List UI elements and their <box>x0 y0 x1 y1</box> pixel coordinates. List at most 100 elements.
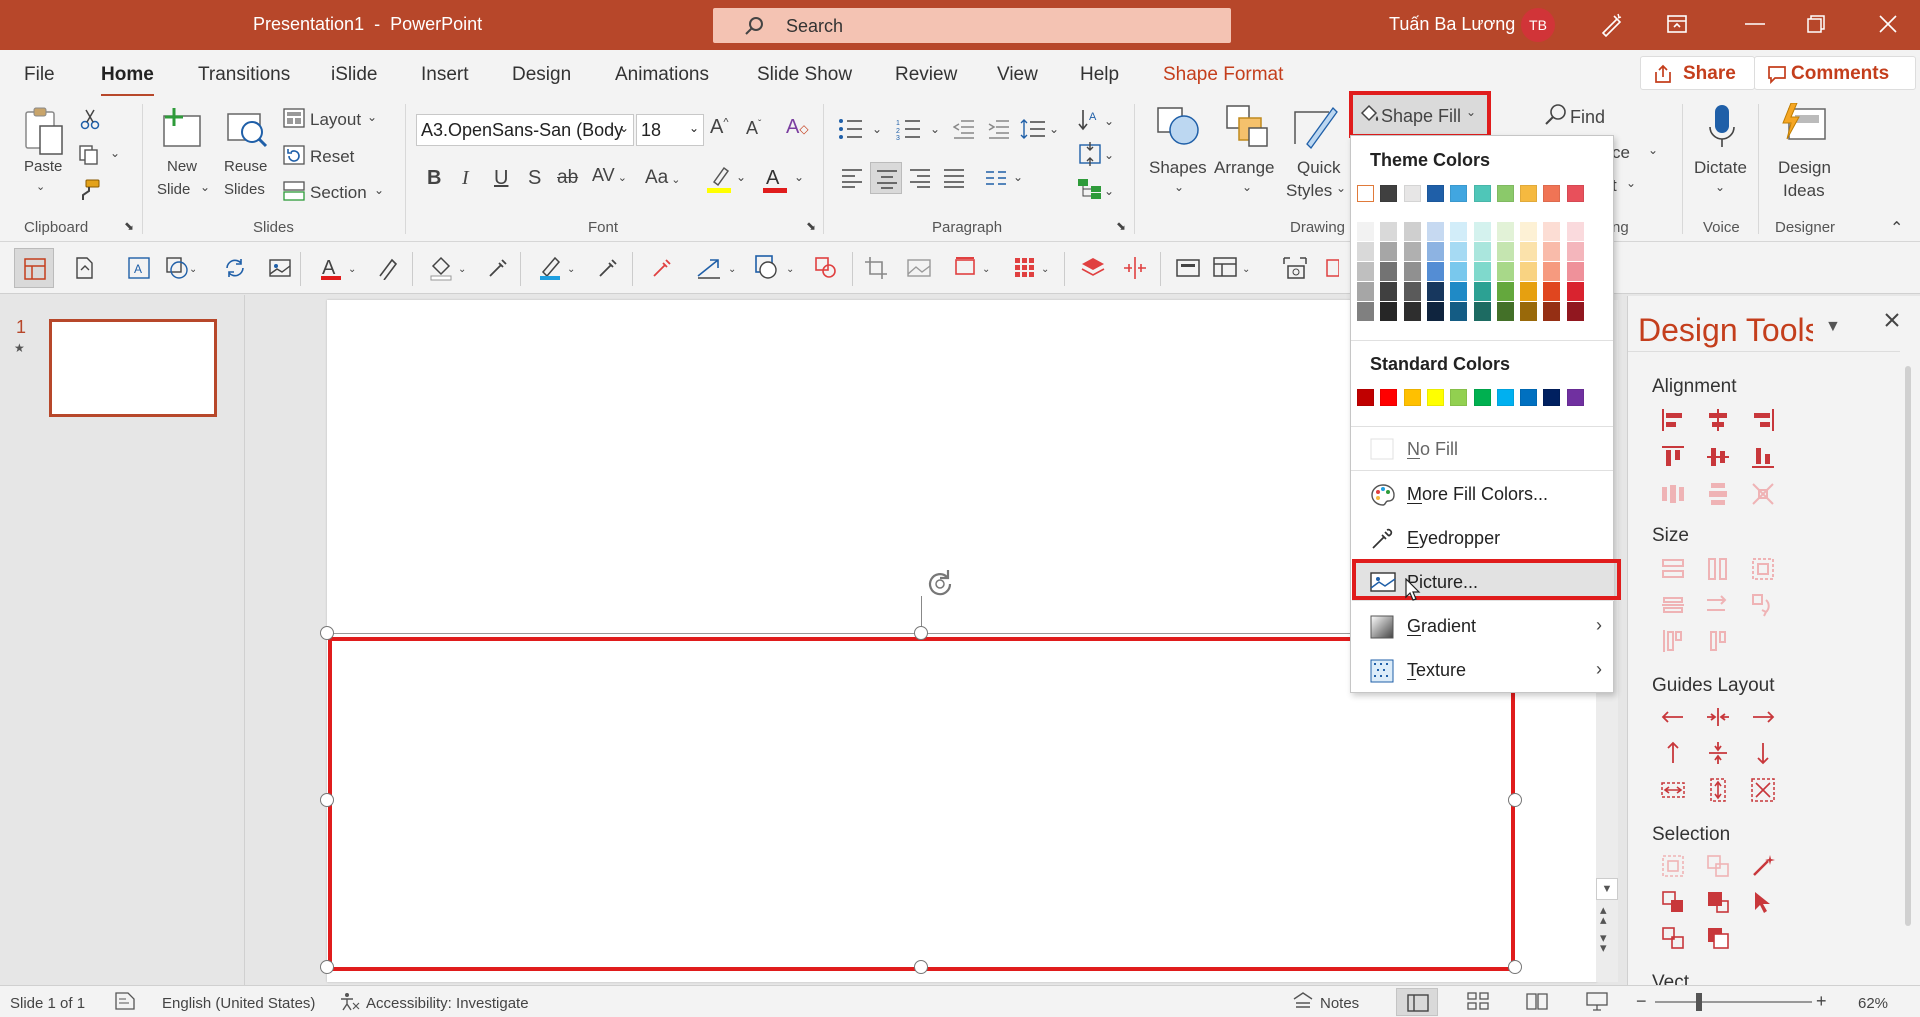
qt-layout-button[interactable] <box>14 248 54 288</box>
decrease-font-icon[interactable]: Aˇ <box>746 118 761 139</box>
theme-shade-swatch[interactable] <box>1543 282 1561 301</box>
qt-image-icon[interactable] <box>268 256 292 280</box>
theme-shade-swatch[interactable] <box>1403 302 1421 321</box>
qt-outline-eyedropper-icon[interactable] <box>596 256 620 280</box>
font-name-combo[interactable]: A3.OpenSans-San (Body ⌄ <box>416 114 634 146</box>
align-bottom-objects-icon[interactable] <box>1750 444 1776 470</box>
minimize-icon[interactable] <box>1745 22 1765 26</box>
guide-fit-width-icon[interactable] <box>1660 777 1686 803</box>
menu-more-fill-colors[interactable]: More Fill Colors... <box>1352 475 1614 513</box>
qt-shape-icon[interactable]: ⌄ <box>165 256 195 280</box>
dictate-dropdown-icon[interactable]: ⌄ <box>1715 180 1725 194</box>
tab-file[interactable]: File <box>24 64 55 86</box>
theme-shade-swatch[interactable] <box>1496 222 1514 241</box>
decrease-indent-icon[interactable] <box>953 119 975 139</box>
theme-shade-swatch[interactable] <box>1357 282 1374 301</box>
layout-button[interactable]: Layout <box>310 110 361 130</box>
avatar[interactable]: TB <box>1521 8 1555 42</box>
theme-shade-swatch[interactable] <box>1566 282 1584 301</box>
share-button[interactable]: Share <box>1640 56 1755 90</box>
reading-view-icon[interactable] <box>1526 992 1548 1010</box>
select-back-icon[interactable] <box>1705 925 1731 951</box>
guide-center-icon[interactable] <box>1705 704 1731 730</box>
theme-shade-swatch[interactable] <box>1496 242 1514 261</box>
tab-review[interactable]: Review <box>895 64 957 86</box>
standard-color-swatch[interactable] <box>1496 389 1514 406</box>
theme-color-swatch[interactable] <box>1357 185 1374 202</box>
replace-dropdown-icon[interactable]: ⌄ <box>1648 143 1658 157</box>
scroll-down-arrow-icon[interactable]: ▼ <box>1596 878 1618 900</box>
theme-shade-swatch[interactable] <box>1566 242 1584 261</box>
theme-shade-swatch[interactable] <box>1473 282 1491 301</box>
theme-shade-swatch[interactable] <box>1426 262 1444 281</box>
search-box[interactable]: Search <box>713 8 1231 43</box>
theme-shade-swatch[interactable] <box>1380 222 1398 241</box>
guide-bottom-icon[interactable] <box>1750 740 1776 766</box>
arrange-icon[interactable] <box>1225 104 1271 150</box>
theme-color-swatch[interactable] <box>1380 185 1398 202</box>
zoom-slider-thumb[interactable] <box>1696 993 1702 1011</box>
align-top-objects-icon[interactable] <box>1660 444 1686 470</box>
notes-page-icon[interactable] <box>114 991 136 1011</box>
paste-icon[interactable] <box>22 106 66 156</box>
font-name-dropdown-icon[interactable]: ⌄ <box>619 121 629 135</box>
theme-shade-swatch[interactable] <box>1357 222 1374 241</box>
pane-close-icon[interactable] <box>1882 310 1902 330</box>
theme-color-swatch[interactable] <box>1426 185 1444 202</box>
tab-animations[interactable]: Animations <box>615 64 709 86</box>
qt-red-eyedropper-icon[interactable] <box>650 256 674 280</box>
align-center-button[interactable] <box>870 162 902 194</box>
theme-shade-swatch[interactable] <box>1403 242 1421 261</box>
theme-shade-swatch[interactable] <box>1473 302 1491 321</box>
theme-shade-swatch[interactable] <box>1566 262 1584 281</box>
theme-shade-swatch[interactable] <box>1426 222 1444 241</box>
qt-split-icon[interactable] <box>1122 256 1148 280</box>
theme-shade-swatch[interactable] <box>1426 302 1444 321</box>
theme-shade-swatch[interactable] <box>1426 282 1444 301</box>
text-direction-icon[interactable]: A <box>1077 108 1103 134</box>
line-spacing-dropdown-icon[interactable]: ⌄ <box>1049 122 1059 136</box>
slideshow-icon[interactable] <box>1586 991 1608 1011</box>
shadow-icon[interactable]: S <box>528 167 541 190</box>
resize-handle-bottom-left[interactable] <box>320 960 334 974</box>
theme-shade-swatch[interactable] <box>1380 302 1398 321</box>
close-icon[interactable] <box>1878 14 1898 34</box>
bullets-icon[interactable] <box>838 118 864 140</box>
normal-view-button[interactable] <box>1396 988 1438 1016</box>
theme-color-swatch[interactable] <box>1566 185 1584 202</box>
slide-thumbnail[interactable] <box>49 319 217 417</box>
qt-crop-icon[interactable] <box>864 256 888 280</box>
columns-icon[interactable] <box>985 170 1007 186</box>
theme-shade-swatch[interactable] <box>1543 302 1561 321</box>
theme-shade-swatch[interactable] <box>1450 222 1468 241</box>
layout-icon[interactable] <box>283 108 305 128</box>
align-left-icon[interactable] <box>841 168 863 188</box>
numbering-dropdown-icon[interactable]: ⌄ <box>930 122 940 136</box>
notes-icon[interactable] <box>1292 991 1314 1011</box>
theme-shade-swatch[interactable] <box>1380 242 1398 261</box>
change-case-icon[interactable]: Aa ⌄ <box>645 167 681 189</box>
standard-color-swatch[interactable] <box>1426 389 1444 406</box>
design-ideas-label-1[interactable]: Design <box>1778 158 1831 178</box>
select-dropdown-icon[interactable]: ⌄ <box>1626 176 1636 190</box>
qt-frame-icon[interactable] <box>1175 256 1201 280</box>
theme-shade-swatch[interactable] <box>1403 222 1421 241</box>
align-text-icon[interactable] <box>1077 142 1103 166</box>
tab-help[interactable]: Help <box>1080 64 1119 86</box>
theme-shade-swatch[interactable] <box>1357 242 1374 261</box>
font-color-dropdown-icon[interactable]: ⌄ <box>794 170 804 184</box>
zoom-slider[interactable] <box>1655 1001 1812 1003</box>
menu-eyedropper[interactable]: Eyedropper <box>1352 519 1614 557</box>
standard-color-swatch[interactable] <box>1380 389 1398 406</box>
tab-home[interactable]: Home <box>101 64 154 97</box>
new-slide-dropdown-icon[interactable]: ⌄ <box>200 180 210 194</box>
find-label[interactable]: Find <box>1570 107 1605 128</box>
qt-screenshot-icon[interactable] <box>1282 256 1308 280</box>
standard-color-swatch[interactable] <box>1450 389 1468 406</box>
highlight-dropdown-icon[interactable]: ⌄ <box>736 170 746 184</box>
tab-shape-format[interactable]: Shape Format <box>1163 64 1283 86</box>
next-slide-icon[interactable]: ▾ ▾ <box>1600 931 1607 954</box>
theme-shade-swatch[interactable] <box>1496 282 1514 301</box>
same-width-icon[interactable] <box>1660 556 1686 582</box>
find-icon[interactable] <box>1544 103 1568 127</box>
